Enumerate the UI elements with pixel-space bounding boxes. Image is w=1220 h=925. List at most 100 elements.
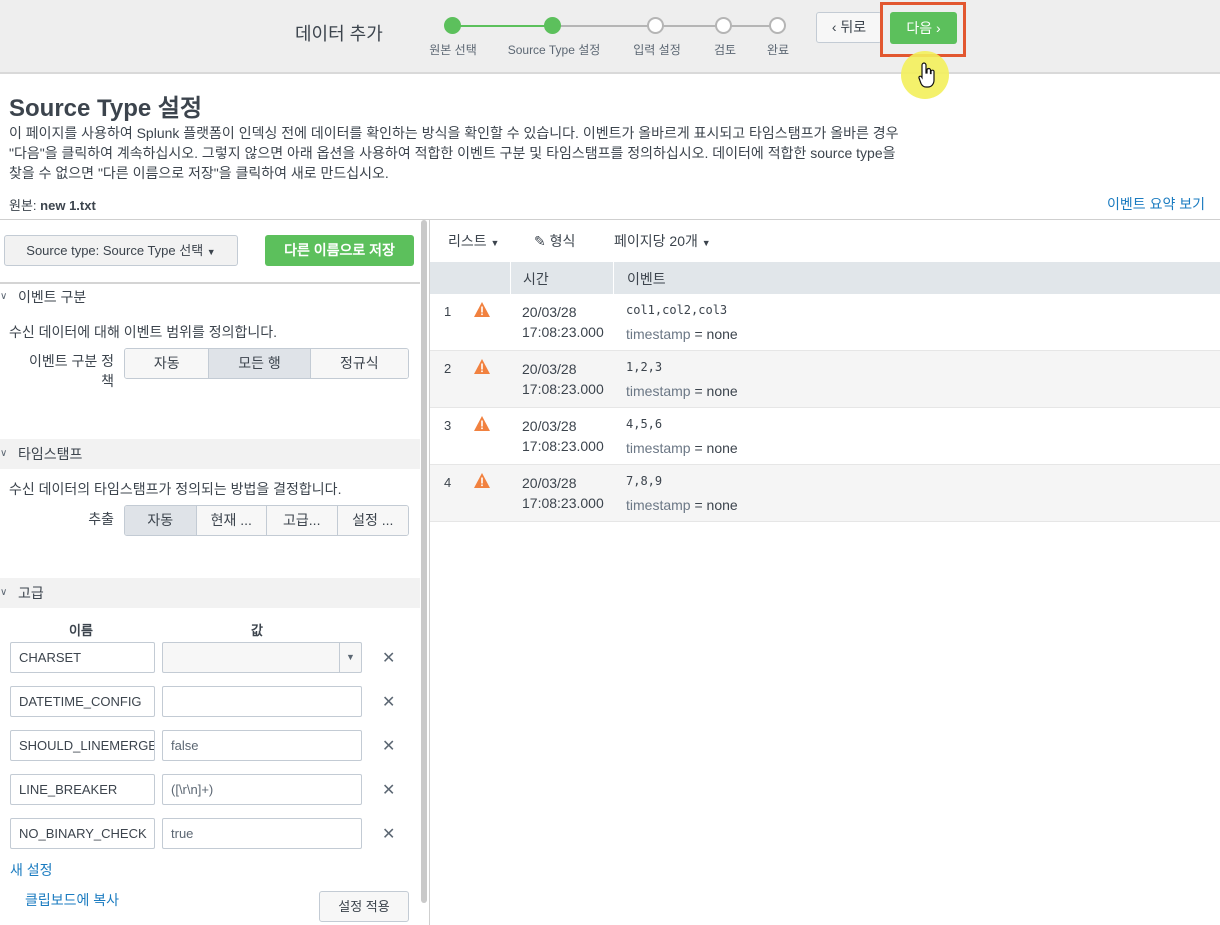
warning-icon[interactable] xyxy=(474,302,490,317)
event-break-option-every-line[interactable]: 모든 행 xyxy=(208,349,310,378)
warning-icon[interactable] xyxy=(474,359,490,374)
wizard-steps: 원본 선택 Source Type 설정 입력 설정 검토 완료 xyxy=(418,14,808,64)
per-page-dropdown[interactable]: 페이지당 20개 ▼ xyxy=(614,231,711,251)
event-break-option-regex[interactable]: 정규식 xyxy=(309,349,408,378)
advanced-section-header[interactable]: ∨ 고급 xyxy=(0,578,420,608)
field-value[interactable]: none xyxy=(707,440,738,456)
timestamp-option-advanced[interactable]: 고급... xyxy=(266,506,337,535)
event-clock: 17:08:23.000 xyxy=(522,495,604,511)
field-value[interactable]: none xyxy=(707,326,738,342)
step-dot-4 xyxy=(715,17,732,34)
warning-icon[interactable] xyxy=(474,473,490,488)
event-row: 1 20/03/28 17:08:23.000 col1,col2,col3 ti… xyxy=(430,294,1220,351)
step-dot-1 xyxy=(444,17,461,34)
event-date: 20/03/28 xyxy=(522,418,577,434)
charset-select[interactable]: ▼ xyxy=(162,642,362,673)
field-key[interactable]: timestamp xyxy=(626,497,691,513)
timestamp-option-current[interactable]: 현재 ... xyxy=(195,506,266,535)
remove-setting-icon[interactable]: ✕ xyxy=(382,692,395,712)
events-table-header: 시간 이벤트 xyxy=(430,262,1220,294)
field-key[interactable]: timestamp xyxy=(626,440,691,456)
advanced-name-field[interactable]: DATETIME_CONFIG xyxy=(10,686,155,717)
event-summary-link[interactable]: 이벤트 요약 보기 xyxy=(1107,194,1205,214)
chevron-down-icon: ∨ xyxy=(0,291,8,302)
event-break-section-header[interactable]: ∨ 이벤트 구분 xyxy=(0,282,420,312)
column-separator xyxy=(510,262,511,294)
chevron-down-icon: ∨ xyxy=(0,448,8,459)
next-button[interactable]: 다음 › xyxy=(890,12,957,44)
source-filename: new 1.txt xyxy=(40,198,96,213)
page-description: 이 페이지를 사용하여 Splunk 플랫폼이 인덱싱 전에 데이터를 확인하는… xyxy=(9,125,899,181)
advanced-value-field[interactable]: ([\r\n]+) xyxy=(162,774,362,805)
column-header-time[interactable]: 시간 xyxy=(523,269,549,289)
step-label-1: 원본 선택 xyxy=(429,43,477,57)
event-row: 3 20/03/28 17:08:23.000 4,5,6 timestamp =… xyxy=(430,408,1220,465)
field-value[interactable]: none xyxy=(707,383,738,399)
source-type-select[interactable]: Source type: Source Type 선택 ▼ xyxy=(4,235,238,266)
remove-setting-icon[interactable]: ✕ xyxy=(382,736,395,756)
advanced-value-field[interactable]: false xyxy=(162,730,362,761)
event-number: 2 xyxy=(444,361,452,376)
settings-scrollbar[interactable] xyxy=(421,220,427,903)
back-button[interactable]: ‹ 뒤로 xyxy=(816,12,882,43)
event-time: 20/03/28 17:08:23.000 xyxy=(522,359,604,399)
event-time: 20/03/28 17:08:23.000 xyxy=(522,416,604,456)
timestamp-extract-segmented: 자동 현재 ... 고급... 설정 ... xyxy=(124,505,409,536)
events-panel: 리스트 ▼ ✎ 형식 페이지당 20개 ▼ 시간 이벤트 1 20/03/28 1… xyxy=(430,220,1220,925)
format-label: 형식 xyxy=(549,233,576,249)
column-header-event[interactable]: 이벤트 xyxy=(627,269,666,289)
format-button[interactable]: ✎ 형식 xyxy=(534,231,575,251)
event-time: 20/03/28 17:08:23.000 xyxy=(522,302,604,342)
settings-panel: Source type: Source Type 선택 ▼ 다른 이름으로 저장… xyxy=(0,220,430,925)
list-view-label: 리스트 xyxy=(448,233,487,249)
column-separator xyxy=(613,262,614,294)
wizard-title: 데이터 추가 xyxy=(295,24,383,44)
warning-icon[interactable] xyxy=(474,416,490,431)
timestamp-section-header[interactable]: ∨ 타임스탬프 xyxy=(0,439,420,469)
advanced-value-field[interactable]: true xyxy=(162,818,362,849)
field-equals: = xyxy=(690,497,707,513)
caret-down-icon: ▼ xyxy=(206,247,216,257)
remove-setting-icon[interactable]: ✕ xyxy=(382,648,395,668)
next-button-label: 다음 xyxy=(906,20,933,36)
source-type-select-label: Source type: Source Type 선택 xyxy=(26,243,204,258)
list-view-dropdown[interactable]: 리스트 ▼ xyxy=(448,231,499,251)
advanced-value-field[interactable] xyxy=(162,686,362,717)
page-title: Source Type 설정 xyxy=(9,95,203,122)
event-break-policy-label: 이벤트 구분 정책 xyxy=(28,353,114,389)
timestamp-description: 수신 데이터의 타임스탬프가 정의되는 방법을 결정합니다. xyxy=(9,481,342,497)
remove-setting-icon[interactable]: ✕ xyxy=(382,824,395,844)
new-setting-link[interactable]: 새 설정 xyxy=(10,860,53,880)
advanced-value-header: 값 xyxy=(251,623,263,638)
advanced-name-field[interactable]: CHARSET xyxy=(10,642,155,673)
event-time: 20/03/28 17:08:23.000 xyxy=(522,473,604,513)
copy-to-clipboard-link[interactable]: 클립보드에 복사 xyxy=(25,890,119,910)
advanced-name-field[interactable]: NO_BINARY_CHECK xyxy=(10,818,155,849)
apply-settings-button[interactable]: 설정 적용 xyxy=(319,891,409,922)
event-clock: 17:08:23.000 xyxy=(522,438,604,454)
field-key[interactable]: timestamp xyxy=(626,383,691,399)
timestamp-option-config[interactable]: 설정 ... xyxy=(336,506,408,535)
caret-down-icon: ▼ xyxy=(490,238,500,248)
advanced-name-field[interactable]: SHOULD_LINEMERGE xyxy=(10,730,155,761)
save-as-button[interactable]: 다른 이름으로 저장 xyxy=(265,235,414,266)
timestamp-option-auto[interactable]: 자동 xyxy=(125,506,196,535)
event-number: 3 xyxy=(444,418,452,433)
field-value[interactable]: none xyxy=(707,497,738,513)
event-row: 2 20/03/28 17:08:23.000 1,2,3 timestamp =… xyxy=(430,351,1220,408)
field-key[interactable]: timestamp xyxy=(626,326,691,342)
step-dot-5 xyxy=(769,17,786,34)
hand-cursor-icon xyxy=(918,62,935,88)
field-equals: = xyxy=(690,326,707,342)
event-break-option-auto[interactable]: 자동 xyxy=(125,349,209,378)
step-label-3: 입력 설정 xyxy=(633,43,681,57)
advanced-name-field[interactable]: LINE_BREAKER xyxy=(10,774,155,805)
event-raw-text: col1,col2,col3 xyxy=(626,303,728,317)
step-dot-2 xyxy=(544,17,561,34)
step-label-4: 검토 xyxy=(713,43,737,57)
remove-setting-icon[interactable]: ✕ xyxy=(382,780,395,800)
back-button-label: 뒤로 xyxy=(840,19,867,35)
wizard-header: 데이터 추가 원본 선택 Source Type 설정 입력 설정 검토 완료 … xyxy=(0,0,1220,74)
caret-down-icon: ▼ xyxy=(701,238,711,248)
field-equals: = xyxy=(690,440,707,456)
